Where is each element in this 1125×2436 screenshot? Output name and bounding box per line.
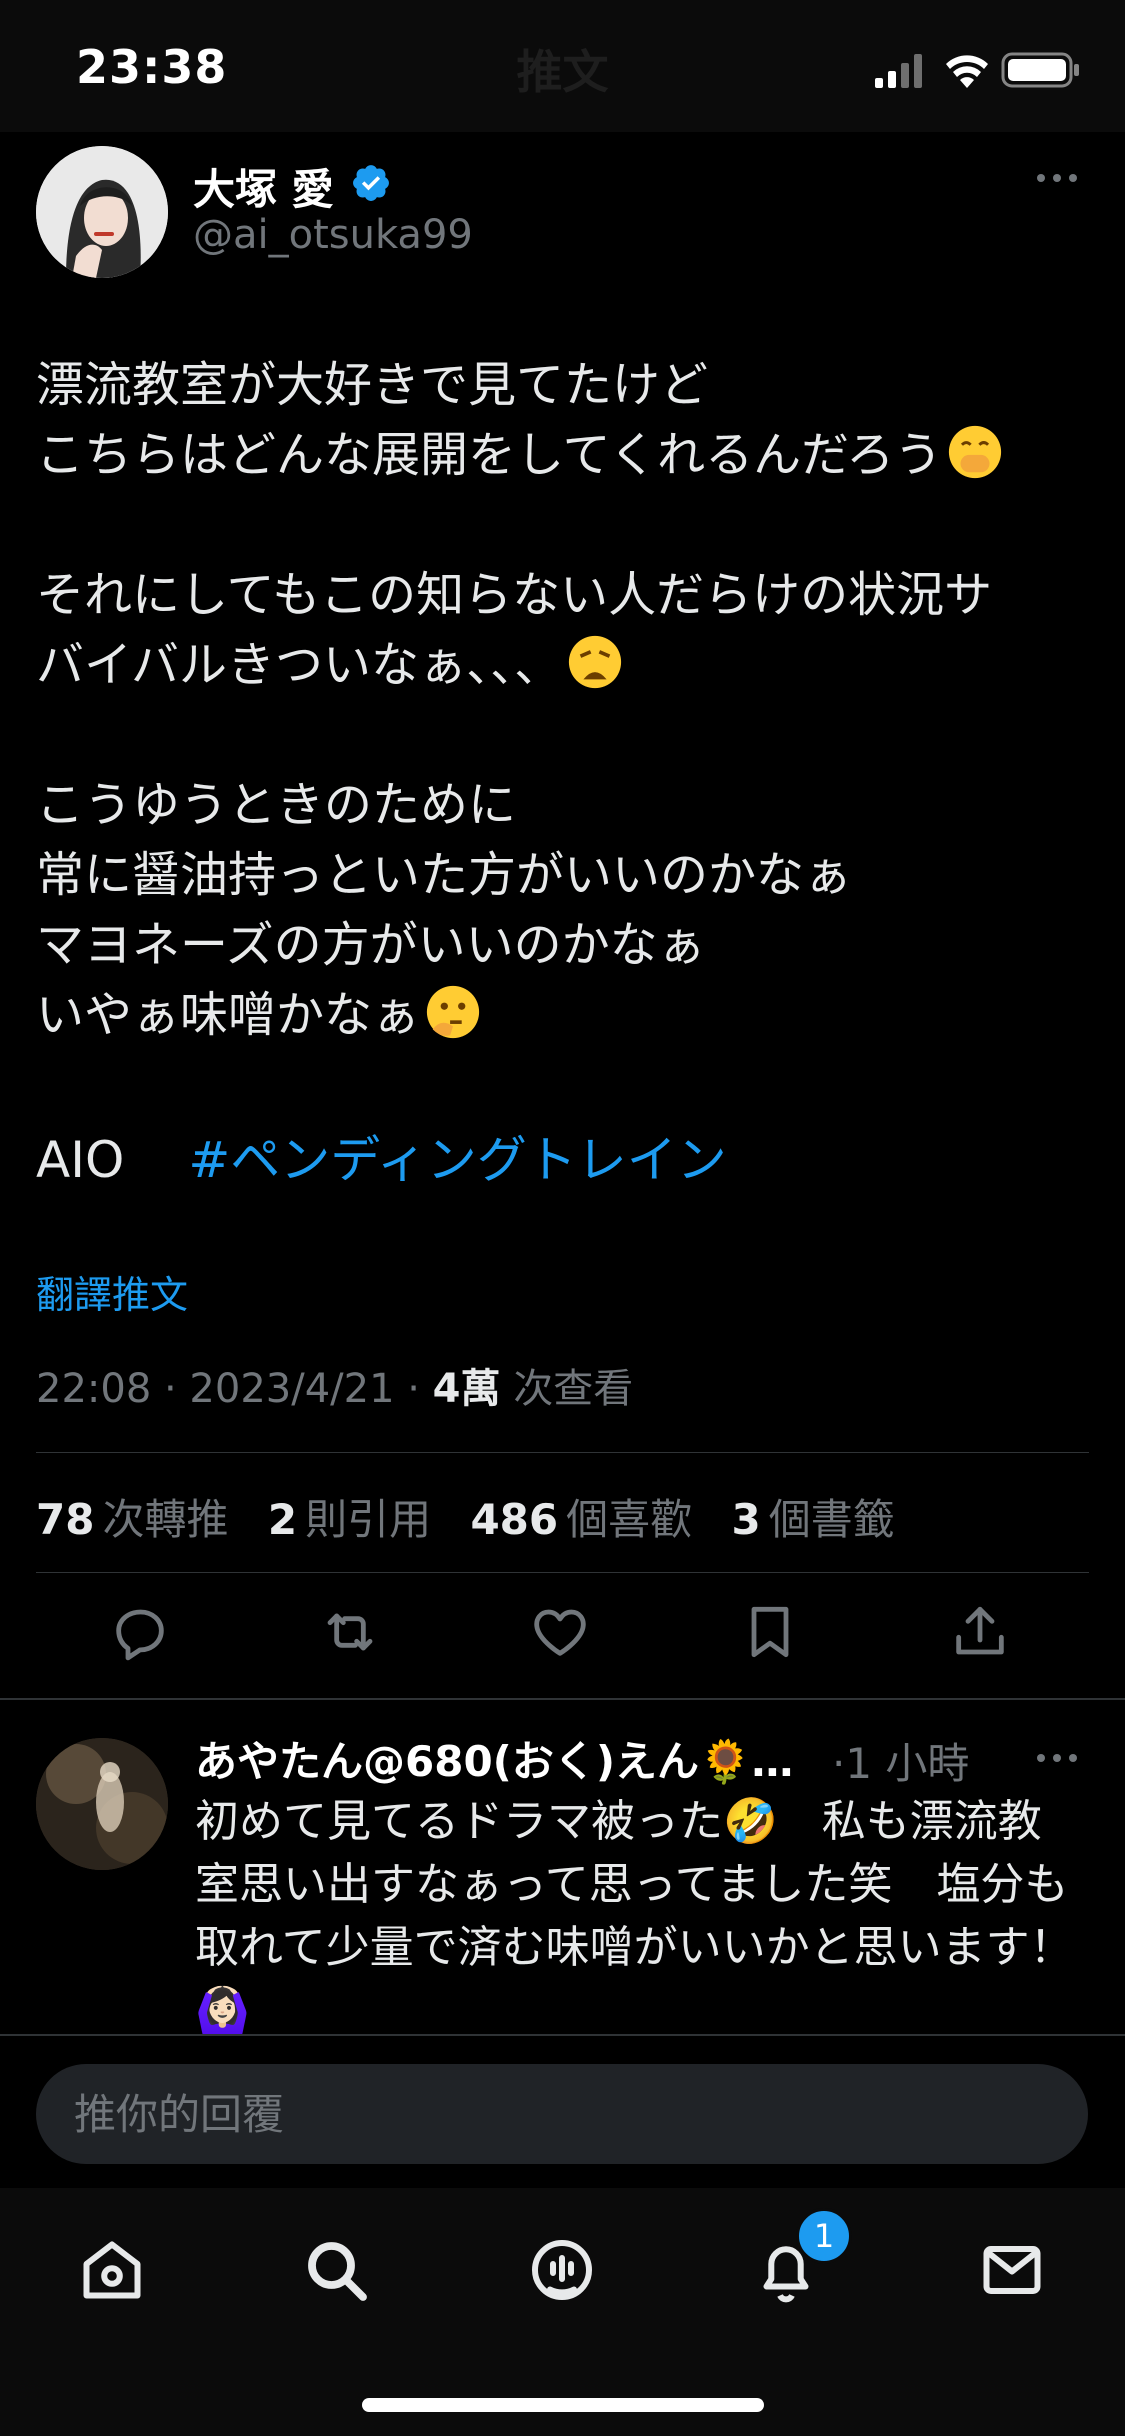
status-icons — [875, 52, 1079, 88]
hashtag-link[interactable]: #ペンディングトレイン — [188, 1131, 726, 1189]
like-icon[interactable] — [528, 1600, 592, 1664]
tweet-line: バイバルきついなぁ、、、 — [36, 630, 1096, 700]
tweet-text: 漂流教室が大好きで見てたけど こちらはどんな展開をしてくれるんだろう それにして… — [36, 350, 1096, 1050]
avatar-image — [36, 146, 168, 278]
tweet-line: マヨネーズの方がいいのかなぁ — [36, 917, 706, 973]
bookmark-icon[interactable] — [738, 1600, 802, 1664]
divider — [36, 1572, 1089, 1573]
reply-more-options-icon[interactable] — [1033, 1748, 1081, 1768]
home-indicator — [362, 2398, 764, 2412]
tweet-line-gap — [36, 490, 1096, 560]
bookmarks-count: 3 — [731, 1495, 761, 1544]
reply-author-avatar[interactable] — [36, 1738, 168, 1870]
spaces-icon[interactable] — [526, 2234, 598, 2306]
retweets-label: 次轉推 — [102, 1495, 229, 1544]
messages-icon[interactable] — [976, 2234, 1048, 2306]
tweet-line: それにしてもこの知らない人だらけの状況サ — [36, 567, 993, 623]
views-label: 次查看 — [500, 1366, 634, 1412]
reply-text: 初めて見てるドラマ被った🤣 私も漂流教室思い出すなぁって思ってました笑 塩分も取… — [195, 1796, 1074, 2036]
retweet-icon[interactable] — [318, 1600, 382, 1664]
quotes-count: 2 — [267, 1495, 298, 1544]
reply-input[interactable] — [36, 2064, 1088, 2164]
tweet-line-text: いやぁ味噌かなぁ — [36, 987, 421, 1043]
tweet-actions — [0, 1600, 1125, 1680]
thinking-face-emoji-icon — [426, 985, 480, 1039]
status-bar: 23:38 推文 — [0, 0, 1125, 132]
tweet-line: 漂流教室が大好きで見てたけど — [36, 357, 709, 413]
tweet-line-text: バイバルきついなぁ、、、 — [36, 637, 563, 693]
wifi-icon — [946, 55, 988, 88]
tweet-line: 常に醤油持っといた方がいいのかなぁ — [36, 847, 853, 903]
battery-icon — [1001, 52, 1079, 88]
likes-label: 個喜歡 — [566, 1495, 693, 1544]
translate-tweet-link[interactable]: 翻譯推文 — [36, 1264, 188, 1319]
search-icon[interactable] — [300, 2234, 372, 2306]
tag-prefix: AIO — [36, 1131, 125, 1189]
tweet-line: こうゆうときのために — [36, 777, 517, 833]
tweet-line-gap — [36, 700, 1096, 770]
face-with-hand-over-mouth-emoji-icon — [949, 425, 1002, 479]
tweet-stats: 78 次轉推 2 則引用 486 個喜歡 3 個書籤 — [36, 1486, 921, 1547]
quotes-stat[interactable]: 2 則引用 — [268, 1495, 431, 1544]
tweet-detail-screen: 23:38 推文 大塚 愛 @ai_otsuka99 漂流教室が大好きで見てたけ… — [0, 0, 1125, 2436]
quotes-label: 則引用 — [305, 1495, 432, 1544]
reply-icon[interactable] — [108, 1600, 172, 1664]
tweet-line: こちらはどんな展開をしてくれるんだろう — [36, 420, 1096, 490]
bookmarks-stat[interactable]: 3 個書籤 — [731, 1495, 894, 1544]
author-name[interactable]: 大塚 愛 — [193, 156, 334, 217]
reply-author-name[interactable]: あやたん@680(おく)えん🌻… — [195, 1728, 793, 1789]
likes-count: 486 — [470, 1495, 559, 1544]
divider — [36, 1452, 1089, 1453]
divider — [0, 1698, 1125, 1700]
tweet-line: いやぁ味噌かなぁ — [36, 980, 1096, 1050]
home-icon[interactable] — [76, 2234, 148, 2306]
reply-avatar-image — [36, 1738, 168, 1870]
bookmarks-label: 個書籤 — [768, 1495, 895, 1544]
cellular-signal-icon — [875, 54, 922, 88]
tweet-line-text: こちらはどんな展開をしてくれるんだろう — [36, 427, 943, 483]
tweet-meta: 22:08 · 2023/4/21 · 4萬 次查看 — [36, 1356, 633, 1414]
notifications-badge: 1 — [796, 2208, 852, 2264]
likes-stat[interactable]: 486 個喜歡 — [470, 1495, 692, 1544]
more-options-icon[interactable] — [1033, 168, 1081, 188]
verified-badge-icon — [353, 165, 389, 201]
author-avatar[interactable] — [36, 146, 168, 278]
retweets-stat[interactable]: 78 次轉推 — [36, 1495, 228, 1544]
tweet-tag-line: AIO #ペンディングトレイン — [36, 1120, 727, 1192]
share-icon[interactable] — [948, 1600, 1012, 1664]
author-handle[interactable]: @ai_otsuka99 — [193, 212, 473, 258]
reply-time: ·1 小時 — [832, 1739, 970, 1788]
weary-face-emoji-icon — [568, 635, 622, 689]
tweet-timestamp: 22:08 · 2023/4/21 · — [36, 1366, 433, 1412]
views-count: 4萬 — [432, 1366, 501, 1412]
reply-composer — [0, 2034, 1125, 2190]
retweets-count: 78 — [36, 1495, 95, 1544]
